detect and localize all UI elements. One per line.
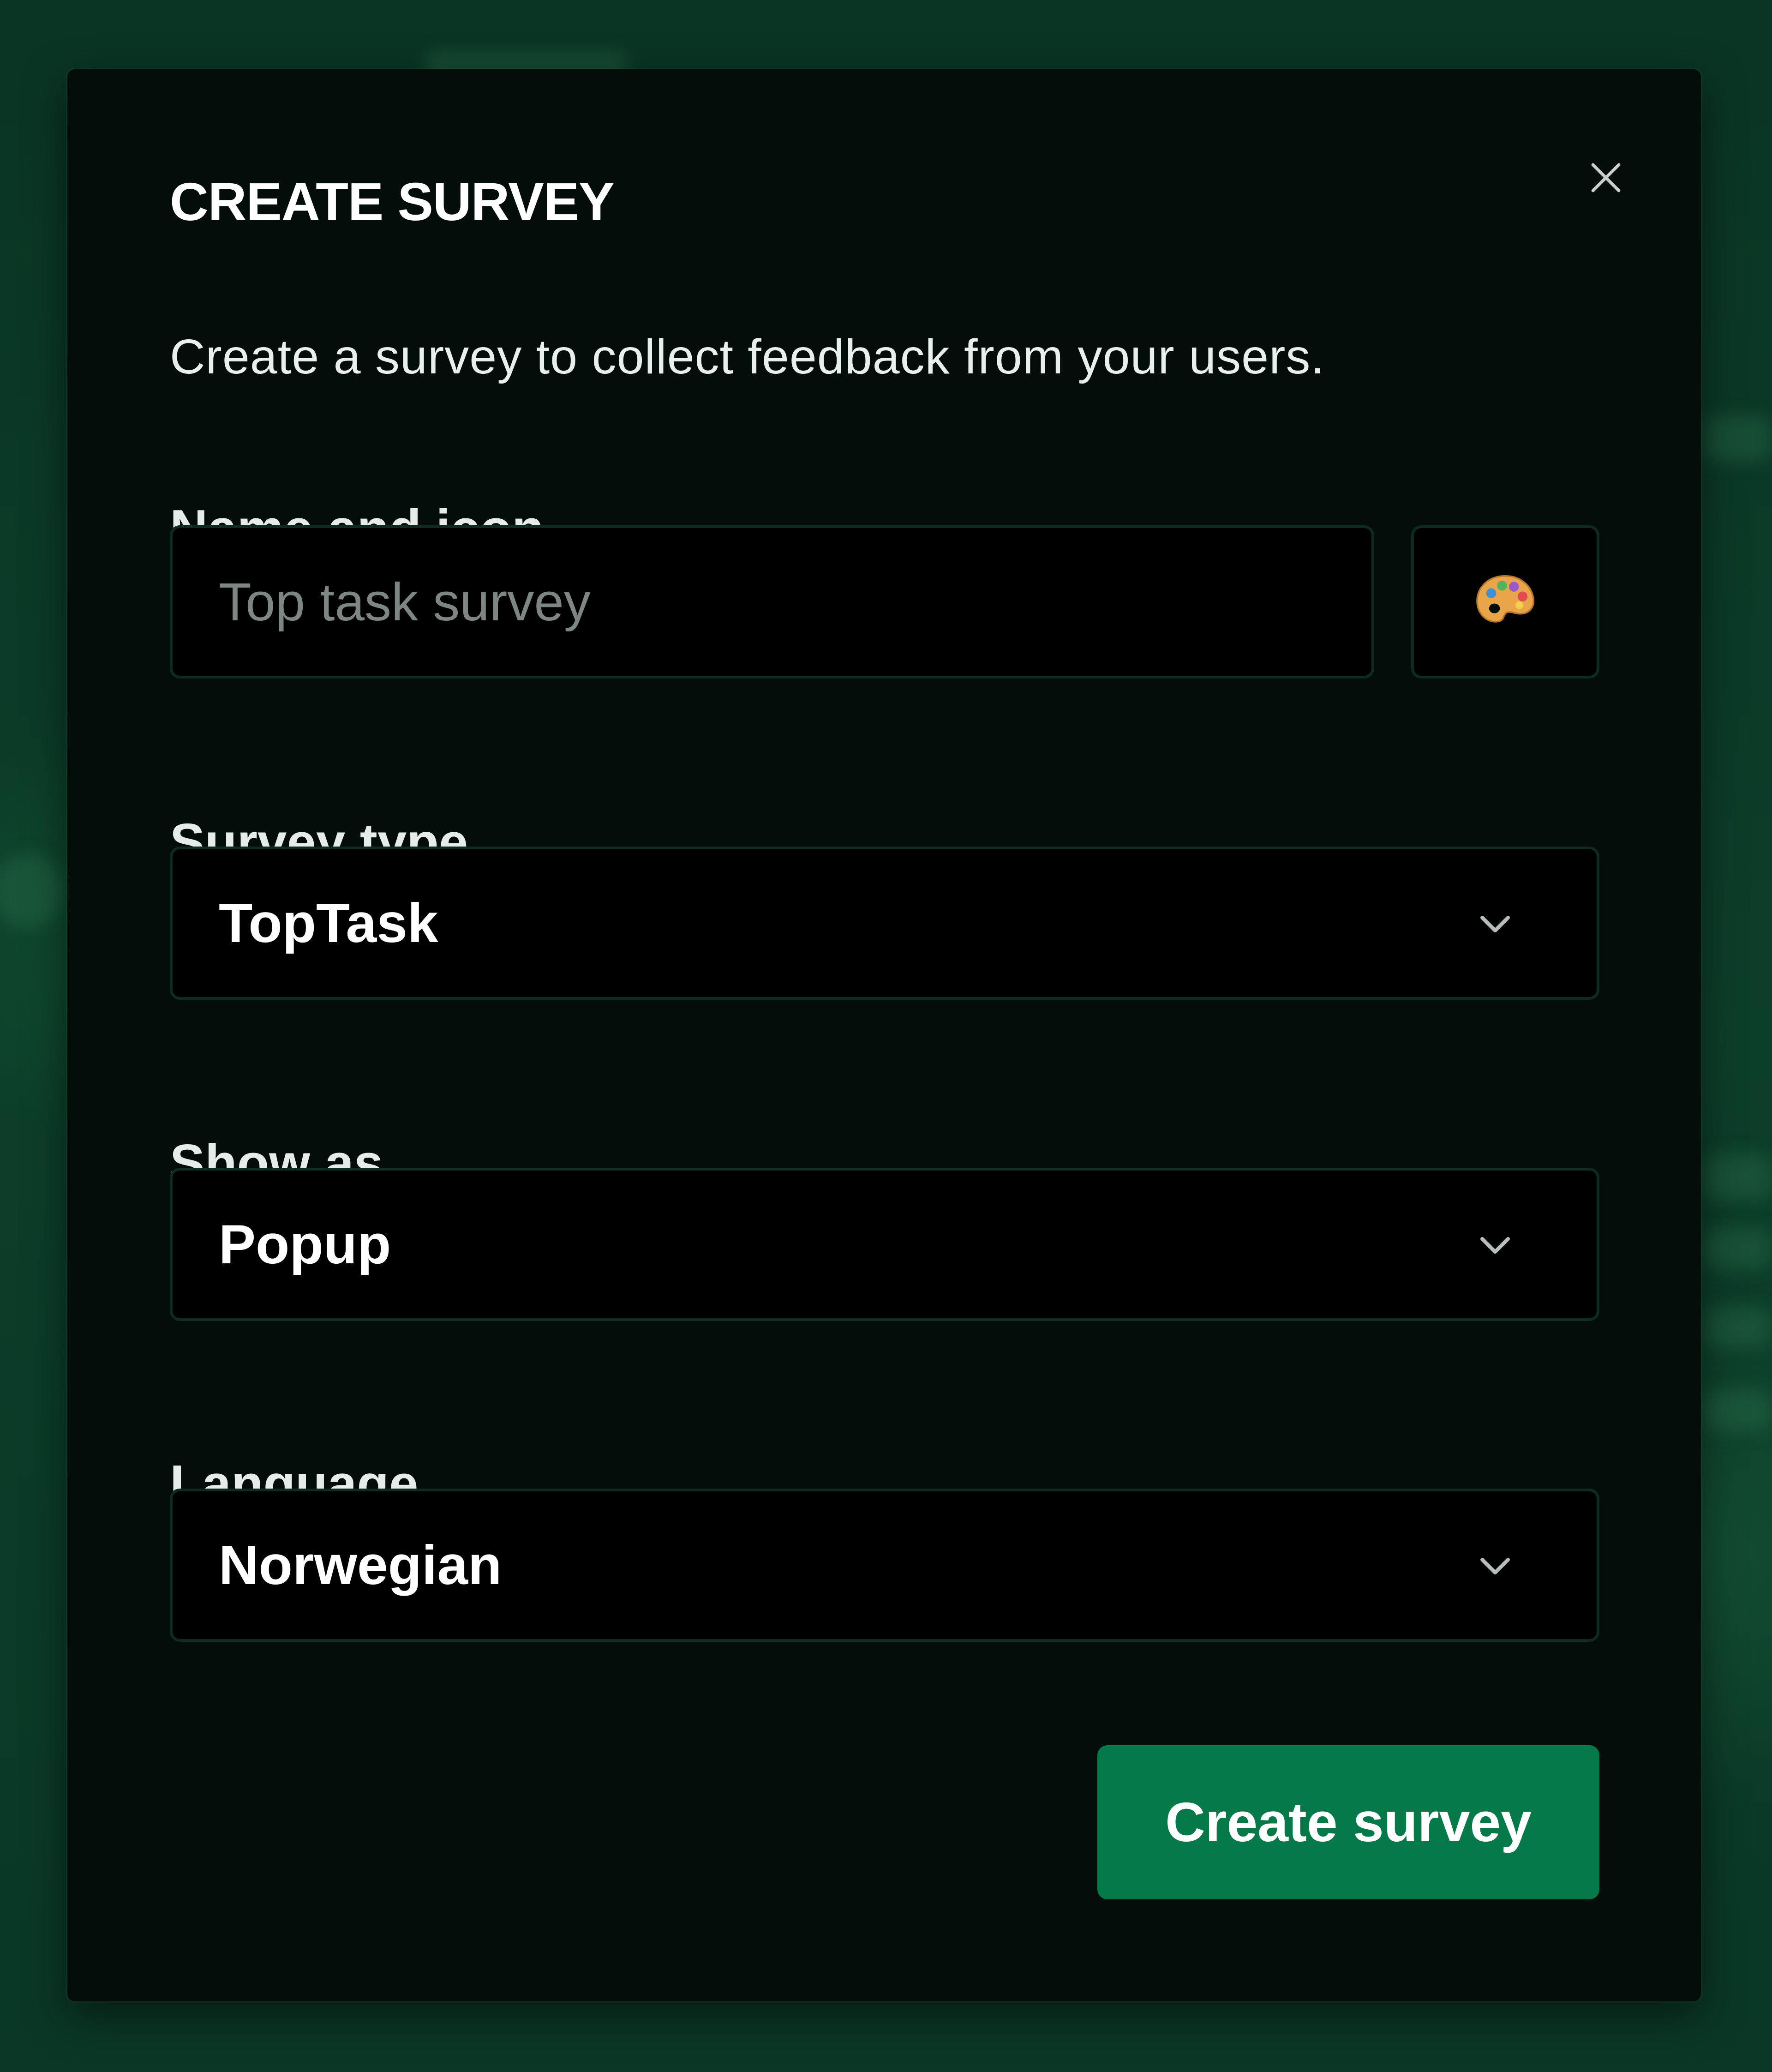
- show-as-select[interactable]: Popup: [170, 1168, 1599, 1321]
- blurred-background-element: [1703, 1154, 1772, 1200]
- create-survey-button[interactable]: Create survey: [1097, 1745, 1599, 1899]
- survey-type-value: TopTask: [219, 892, 438, 954]
- blurred-background-element: [0, 854, 65, 928]
- show-as-value: Popup: [219, 1213, 391, 1275]
- palette-icon: [1476, 575, 1534, 623]
- close-button[interactable]: [1578, 150, 1634, 205]
- create-survey-dialog: CREATE SURVEY Create a survey to collect…: [67, 69, 1701, 2001]
- chevron-down-icon: [1472, 1221, 1518, 1267]
- survey-name-input[interactable]: [170, 525, 1374, 679]
- blurred-background-element: [1703, 415, 1772, 462]
- language-value: Norwegian: [219, 1534, 502, 1596]
- close-icon: [1591, 163, 1621, 192]
- blurred-background-element: [1703, 1306, 1772, 1348]
- blurred-background-element: [1703, 1389, 1772, 1431]
- icon-picker-button[interactable]: [1411, 525, 1599, 679]
- survey-type-select[interactable]: TopTask: [170, 847, 1599, 1000]
- dialog-title: CREATE SURVEY: [170, 172, 614, 232]
- dialog-subtitle: Create a survey to collect feedback from…: [170, 330, 1325, 384]
- chevron-down-icon: [1472, 900, 1518, 946]
- blurred-background-element: [1703, 1228, 1772, 1269]
- language-select[interactable]: Norwegian: [170, 1489, 1599, 1642]
- chevron-down-icon: [1472, 1542, 1518, 1588]
